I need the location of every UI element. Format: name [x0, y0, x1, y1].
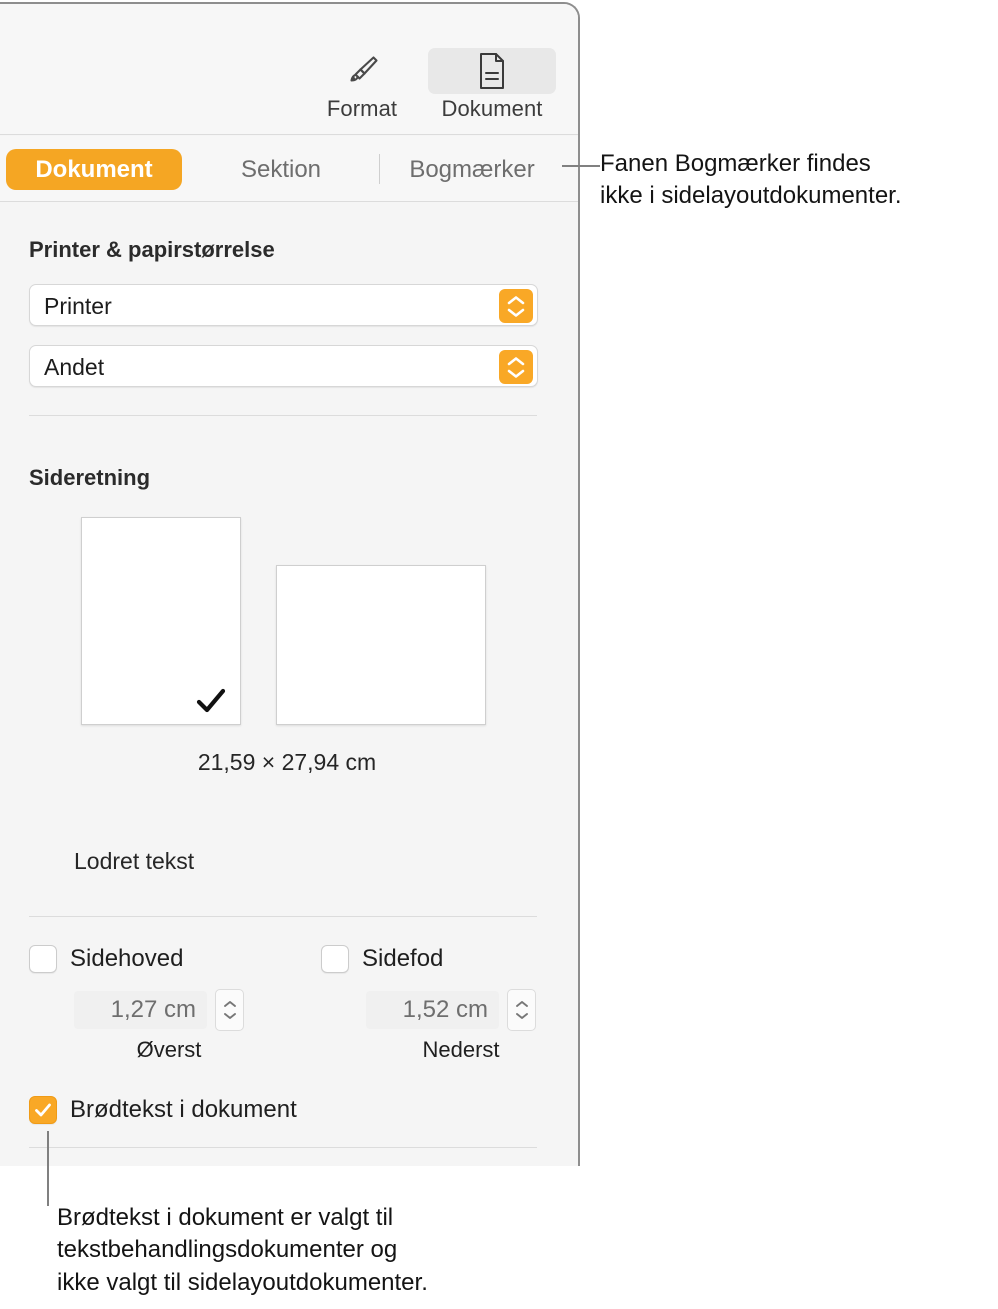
section-title-printer: Printer & papirstørrelse	[29, 237, 275, 262]
toolbar-button-document[interactable]: Dokument	[428, 48, 556, 122]
paper-size-value: 21,59 × 27,94 cm	[197, 749, 377, 775]
header-label: Sidehoved	[70, 945, 184, 972]
header-margin-input[interactable]: 1,27 cm	[74, 991, 207, 1029]
tab-divider	[379, 154, 380, 184]
header-checkbox[interactable]	[29, 945, 57, 973]
body-text-label: Brødtekst i dokument	[70, 1096, 297, 1123]
body-text-checkbox[interactable]	[29, 1096, 57, 1124]
tab-bar: Dokument Sektion Bogmærker	[0, 136, 578, 202]
inspector-content: Printer & papirstørrelse Printer Andet S…	[0, 203, 578, 1166]
printer-popup-button[interactable]: Printer	[29, 284, 538, 326]
divider	[29, 1147, 537, 1148]
footer-checkbox[interactable]	[321, 945, 349, 973]
header-margin-stepper[interactable]	[215, 989, 244, 1031]
document-icon	[428, 48, 556, 94]
divider	[29, 916, 537, 917]
inspector-toolbar: Format Dokument	[0, 4, 578, 135]
footer-margin-stepper-row: 1,52 cm	[366, 989, 556, 1031]
orientation-portrait-button[interactable]	[81, 517, 241, 725]
inspector-panel: Format Dokument Dokument Sektion Bogmærk…	[0, 2, 580, 1166]
body-text-checkbox-row[interactable]: Brødtekst i dokument	[29, 1096, 297, 1124]
callout-bookmarks-tab: Fanen Bogmærker findes ikke i sidelayout…	[600, 150, 902, 210]
section-title-orientation: Sideretning	[29, 465, 151, 490]
tab-bogmaerker[interactable]: Bogmærker	[392, 149, 552, 190]
checkmark-icon	[194, 684, 228, 718]
paper-size-popup-button[interactable]: Andet	[29, 345, 538, 387]
chevron-updown-icon	[499, 289, 533, 323]
header-margin-caption: Øverst	[136, 1037, 202, 1062]
header-group: Sidehoved 1,27 cm Øverst	[29, 945, 264, 1063]
callout-leader-line-bottom	[47, 1131, 49, 1206]
chevron-updown-icon	[499, 350, 533, 384]
checkmark-icon	[35, 1103, 51, 1117]
vertical-text-label[interactable]: Lodret tekst	[74, 848, 194, 875]
footer-checkbox-row[interactable]: Sidefod	[321, 945, 556, 973]
footer-margin-caption: Nederst	[422, 1037, 500, 1062]
footer-margin-input[interactable]: 1,52 cm	[366, 991, 499, 1029]
footer-margin-stepper[interactable]	[507, 989, 536, 1031]
screenshot-root: Format Dokument Dokument Sektion Bogmærk…	[0, 0, 998, 1309]
divider	[29, 415, 537, 416]
toolbar-button-format[interactable]: Format	[298, 48, 426, 122]
callout-body-text-checkbox: Brødtekst i dokument er valgt til tekstb…	[57, 1204, 428, 1296]
tab-dokument[interactable]: Dokument	[6, 149, 182, 190]
tab-sektion[interactable]: Sektion	[218, 149, 344, 190]
toolbar-label-document: Dokument	[441, 96, 543, 121]
paper-size-popup-value: Andet	[44, 353, 105, 380]
paintbrush-icon	[298, 48, 426, 94]
toolbar-label-format: Format	[326, 96, 398, 121]
orientation-landscape-button[interactable]	[276, 565, 486, 725]
printer-popup-value: Printer	[44, 292, 112, 319]
header-checkbox-row[interactable]: Sidehoved	[29, 945, 264, 973]
callout-leader-line-top	[562, 165, 600, 167]
footer-group: Sidefod 1,52 cm Nederst	[321, 945, 556, 1063]
header-margin-stepper-row: 1,27 cm	[74, 989, 264, 1031]
footer-label: Sidefod	[362, 945, 444, 972]
